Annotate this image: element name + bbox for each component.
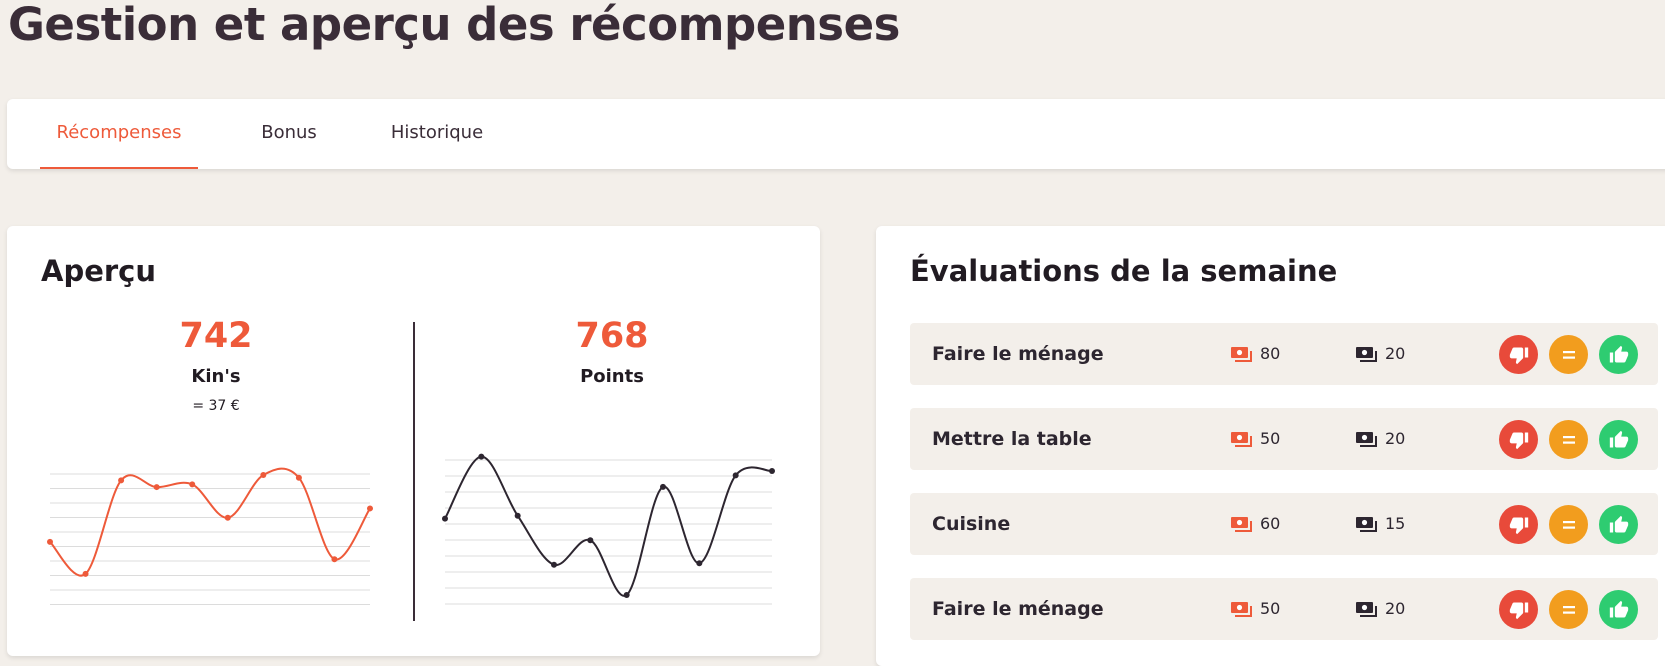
chart-point [769, 468, 775, 475]
rate-good-button[interactable] [1599, 335, 1638, 374]
rate-neutral-button[interactable] [1549, 590, 1588, 629]
chart-point [478, 453, 485, 460]
thumbs-down-icon [1509, 517, 1528, 534]
money-icon [1231, 602, 1252, 617]
kins-value: 742 [179, 316, 253, 356]
page-title: Gestion et aperçu des récompenses [8, 0, 900, 51]
rate-neutral-button[interactable] [1549, 420, 1588, 459]
evaluation-row: Cuisine 60 15 [910, 493, 1658, 555]
evaluation-row: Faire le ménage 80 20 [910, 323, 1658, 385]
thumbs-up-icon [1609, 515, 1628, 532]
kins-reward: 80 [1260, 344, 1281, 363]
rate-good-button[interactable] [1599, 505, 1638, 544]
task-label: Mettre la table [932, 428, 1092, 450]
task-label: Faire le ménage [932, 598, 1104, 620]
weekly-evaluations-card: Évaluations de la semaine Faire le ménag… [876, 226, 1665, 666]
rate-bad-button[interactable] [1499, 590, 1538, 629]
chart-point [514, 512, 521, 519]
equals-icon [1562, 520, 1575, 529]
points-label: Points [580, 366, 644, 387]
points-reward: 20 [1385, 429, 1406, 448]
thumbs-down-icon [1509, 602, 1528, 619]
rate-bad-button[interactable] [1499, 335, 1538, 374]
chart-series-line [444, 455, 773, 597]
rate-bad-button[interactable] [1499, 505, 1538, 544]
chart-point [118, 477, 125, 484]
evaluation-row: Faire le ménage 50 20 [910, 578, 1658, 640]
tab-bonus[interactable]: Bonus [229, 99, 349, 169]
money-icon [1231, 432, 1252, 447]
kins-label: Kin's [191, 366, 241, 387]
tab-recompenses[interactable]: Récompenses [40, 99, 198, 169]
chart-point [660, 483, 666, 490]
task-label: Faire le ménage [932, 343, 1104, 365]
thumbs-up-icon [1609, 600, 1628, 617]
tab-bar: Récompenses Bonus Historique [7, 99, 1665, 169]
tab-historique[interactable]: Historique [372, 99, 502, 169]
chart-point [442, 515, 448, 522]
points-reward: 20 [1385, 599, 1406, 618]
rate-good-button[interactable] [1599, 590, 1638, 629]
cash-icon [1356, 347, 1377, 362]
cash-icon [1356, 517, 1377, 532]
task-label: Cuisine [932, 513, 1011, 535]
thumbs-up-icon [1609, 430, 1628, 447]
chart-point [587, 537, 594, 544]
kins-reward: 60 [1260, 514, 1281, 533]
rate-good-button[interactable] [1599, 420, 1638, 459]
cash-icon [1356, 432, 1377, 447]
rate-neutral-button[interactable] [1549, 505, 1588, 544]
evaluation-row: Mettre la table 50 20 [910, 408, 1658, 470]
chart-point [732, 472, 739, 479]
chart-point [367, 505, 373, 512]
thumbs-down-icon [1509, 347, 1528, 364]
thumbs-up-icon [1609, 345, 1628, 362]
equals-icon [1562, 350, 1575, 359]
cash-icon [1356, 602, 1377, 617]
weekly-evaluations-title: Évaluations de la semaine [910, 254, 1338, 288]
chart-point [295, 474, 302, 481]
overview-divider [413, 322, 415, 621]
points-reward: 20 [1385, 344, 1406, 363]
money-icon [1231, 347, 1252, 362]
kins-euro-equivalent: = 37 € [192, 398, 240, 414]
chart-point [224, 514, 231, 521]
kins-reward: 50 [1260, 599, 1281, 618]
chart-point [47, 538, 53, 545]
chart-point [260, 472, 267, 479]
money-icon [1231, 517, 1252, 532]
chart-point [551, 561, 557, 568]
points-line-chart [442, 453, 775, 605]
points-reward: 15 [1385, 514, 1406, 533]
thumbs-down-icon [1509, 432, 1528, 449]
chart-series-line [49, 467, 371, 577]
kins-reward: 50 [1260, 429, 1281, 448]
overview-title: Aperçu [41, 254, 157, 288]
points-value: 768 [575, 316, 649, 356]
chart-point [331, 556, 338, 563]
chart-point [189, 481, 196, 488]
chart-point [82, 570, 89, 577]
chart-point [696, 560, 703, 567]
equals-icon [1562, 605, 1575, 614]
chart-point [153, 484, 160, 491]
rate-neutral-button[interactable] [1549, 335, 1588, 374]
kins-line-chart [47, 467, 373, 605]
chart-point [623, 591, 630, 598]
equals-icon [1562, 435, 1575, 444]
rate-bad-button[interactable] [1499, 420, 1538, 459]
